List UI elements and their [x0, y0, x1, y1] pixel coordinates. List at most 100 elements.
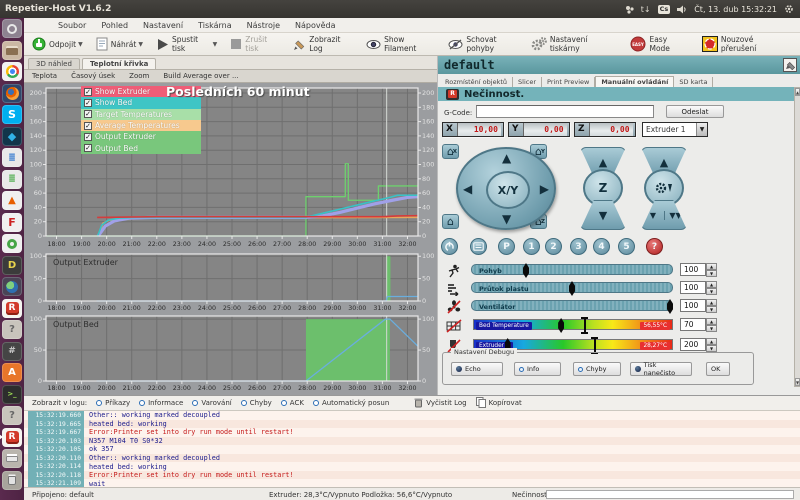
bed-temperature-thumb[interactable]: [558, 318, 564, 333]
launcher-dash-home-icon[interactable]: [2, 19, 22, 38]
chevron-down-icon[interactable]: ▼: [78, 41, 83, 48]
park-button[interactable]: P: [498, 238, 515, 255]
tab-3d-n-hled[interactable]: 3D náhled: [28, 58, 80, 69]
motors-button[interactable]: [470, 238, 487, 255]
tab-rozm-st-n-objekt-[interactable]: Rozmístění objektů: [440, 77, 513, 87]
power-button[interactable]: [441, 238, 458, 255]
tab-slicer[interactable]: Slicer: [513, 77, 542, 87]
scroll-down-icon[interactable]: ▼: [795, 378, 800, 386]
jog-x-minus-icon[interactable]: ◀: [463, 182, 472, 196]
chevron-down-icon[interactable]: ▼: [696, 123, 707, 136]
load-button[interactable]: Náhrát▼: [92, 35, 147, 53]
spin-down-icon[interactable]: ▼: [706, 345, 717, 352]
fan-slider[interactable]: Ventilátor: [471, 300, 673, 311]
session-gear-icon[interactable]: [784, 4, 794, 14]
extrude-small-icon[interactable]: ▼: [642, 211, 664, 220]
fan-thumb[interactable]: [667, 299, 673, 314]
launcher-green-ring-icon[interactable]: [2, 234, 22, 253]
checkbox-icon[interactable]: ✓: [84, 122, 92, 130]
home-all-button[interactable]: ⌂: [442, 214, 459, 229]
launcher-accessories-icon[interactable]: A: [2, 363, 22, 382]
ok-button[interactable]: OK: [706, 362, 730, 376]
launcher-libreoffice-calc-icon[interactable]: ≣: [2, 170, 22, 189]
flow-slider[interactable]: Průtok plastu: [471, 282, 673, 293]
menu-n-pov-da[interactable]: Nápověda: [295, 21, 336, 30]
toggle-log-button[interactable]: Zobrazit Log: [289, 33, 357, 55]
checkbox-icon[interactable]: ✓: [84, 110, 92, 118]
spin-down-icon[interactable]: ▼: [706, 306, 717, 313]
launcher-earth-icon[interactable]: [2, 277, 22, 296]
spin-down-icon[interactable]: ▼: [706, 288, 717, 295]
jog-y-minus-icon[interactable]: ▼: [502, 212, 511, 226]
launcher-skype-icon[interactable]: S: [2, 105, 22, 124]
extrude-fast-icon[interactable]: ▼▼: [664, 211, 686, 220]
log-filter-informace[interactable]: Informace: [139, 399, 183, 407]
legend-item[interactable]: ✓Output Extruder: [81, 131, 201, 142]
tab-print-preview[interactable]: Print Preview: [542, 77, 595, 87]
tab-teplotn-k-ivka[interactable]: Teplotní křivka: [82, 58, 156, 69]
info-button[interactable]: Info: [514, 362, 561, 376]
launcher-design-tool-icon[interactable]: D: [2, 256, 22, 275]
output-extruder-chart[interactable]: 00505010010018:0019:0020:0021:0022:0023:…: [26, 251, 435, 313]
preset-3-button[interactable]: 3: [570, 238, 587, 255]
jog-y-plus-icon[interactable]: ▲: [502, 151, 511, 165]
launcher-libreoffice-writer-icon[interactable]: ≣: [2, 148, 22, 167]
spin-up-icon[interactable]: ▲: [706, 263, 717, 270]
launcher-repetier-icon[interactable]: R: [2, 299, 22, 318]
preset-4-button[interactable]: 4: [593, 238, 610, 255]
clock[interactable]: Čt, 13. dub 15:32:21: [694, 5, 777, 14]
menu-soubor[interactable]: Soubor: [58, 21, 86, 30]
spin-up-icon[interactable]: ▲: [706, 338, 717, 345]
launcher-calculator-icon[interactable]: #: [2, 342, 22, 361]
indicator-icon[interactable]: [625, 5, 634, 14]
tab-manu-ln-ovl-d-n-[interactable]: Manuální ovládání: [595, 76, 674, 87]
chart-menu-build-average-over-[interactable]: Build Average over ...: [163, 72, 238, 80]
text-input-icon[interactable]: t↓: [641, 5, 651, 14]
preset-1-button[interactable]: 1: [523, 238, 540, 255]
launcher-printer-app-icon[interactable]: [2, 449, 22, 468]
hide-travel-button[interactable]: Schovat pohyby: [444, 33, 527, 55]
launcher-repetier-host-icon[interactable]: R: [2, 428, 22, 447]
checkbox-icon[interactable]: ✓: [84, 133, 92, 141]
checkbox-icon[interactable]: ✓: [84, 99, 92, 107]
start-print-button[interactable]: Spustit tisk▼: [152, 33, 221, 55]
feedrate-slider[interactable]: Pohyb: [471, 264, 673, 275]
flow-thumb[interactable]: [569, 281, 575, 296]
chart-menu-zoom[interactable]: Zoom: [129, 72, 149, 80]
spin-up-icon[interactable]: ▲: [706, 281, 717, 288]
checkbox-icon[interactable]: ✓: [84, 88, 92, 96]
jog-x-plus-icon[interactable]: ▶: [540, 182, 549, 196]
extruder-temperature-value-input[interactable]: 200: [680, 338, 706, 351]
flow-value-input[interactable]: 100: [680, 281, 706, 294]
chevron-down-icon[interactable]: ▼: [213, 41, 218, 48]
log-filter-varov-n-[interactable]: Varování: [192, 399, 231, 407]
checkbox-icon[interactable]: ✓: [84, 144, 92, 152]
tisk-nane-isto-button[interactable]: Tisk nanečisto: [630, 362, 692, 376]
show-filament-button[interactable]: Show Filament: [362, 33, 439, 55]
bed-temperature-slider[interactable]: Bed Temperature56,55°C: [473, 319, 673, 330]
gcode-input[interactable]: [476, 105, 654, 118]
vy-istit-log-button[interactable]: Vyčistit Log: [414, 397, 466, 410]
menu-pohled[interactable]: Pohled: [101, 21, 128, 30]
launcher-freecad-icon[interactable]: F: [2, 213, 22, 232]
feedrate-thumb[interactable]: [523, 263, 529, 278]
z-down-button[interactable]: ▼: [580, 200, 626, 230]
menu-tisk-rna[interactable]: Tiskárna: [198, 21, 232, 30]
easy-mode-button[interactable]: EASYEasy Mode: [626, 33, 691, 55]
launcher-terminal-icon[interactable]: >_: [2, 385, 22, 404]
launcher-chrome-icon[interactable]: [2, 62, 22, 81]
launcher-kodi-icon[interactable]: ◆: [2, 127, 22, 146]
launcher-trash-icon[interactable]: [2, 471, 22, 490]
log-filter-ack[interactable]: ACK: [281, 399, 304, 407]
preset-5-button[interactable]: 5: [618, 238, 635, 255]
log-rows[interactable]: 15:32:19.660Other:: working marked decou…: [24, 411, 800, 488]
bed-temperature-thumb[interactable]: [584, 317, 586, 334]
edit-printer-button[interactable]: [783, 58, 797, 72]
log-filter-chyby[interactable]: Chyby: [241, 399, 272, 407]
chevron-down-icon[interactable]: ▼: [138, 41, 143, 48]
launcher-unknown-app-2-icon[interactable]: ?: [2, 406, 22, 425]
log-filter-p-kazy[interactable]: Příkazy: [96, 399, 130, 407]
keyboard-layout-indicator[interactable]: Cs: [658, 5, 671, 14]
printer-settings-button[interactable]: Nastavení tiskárny: [527, 33, 621, 55]
xy-jog-pad[interactable]: ▲ ▼ ◀ ▶ X/Y: [456, 147, 556, 230]
